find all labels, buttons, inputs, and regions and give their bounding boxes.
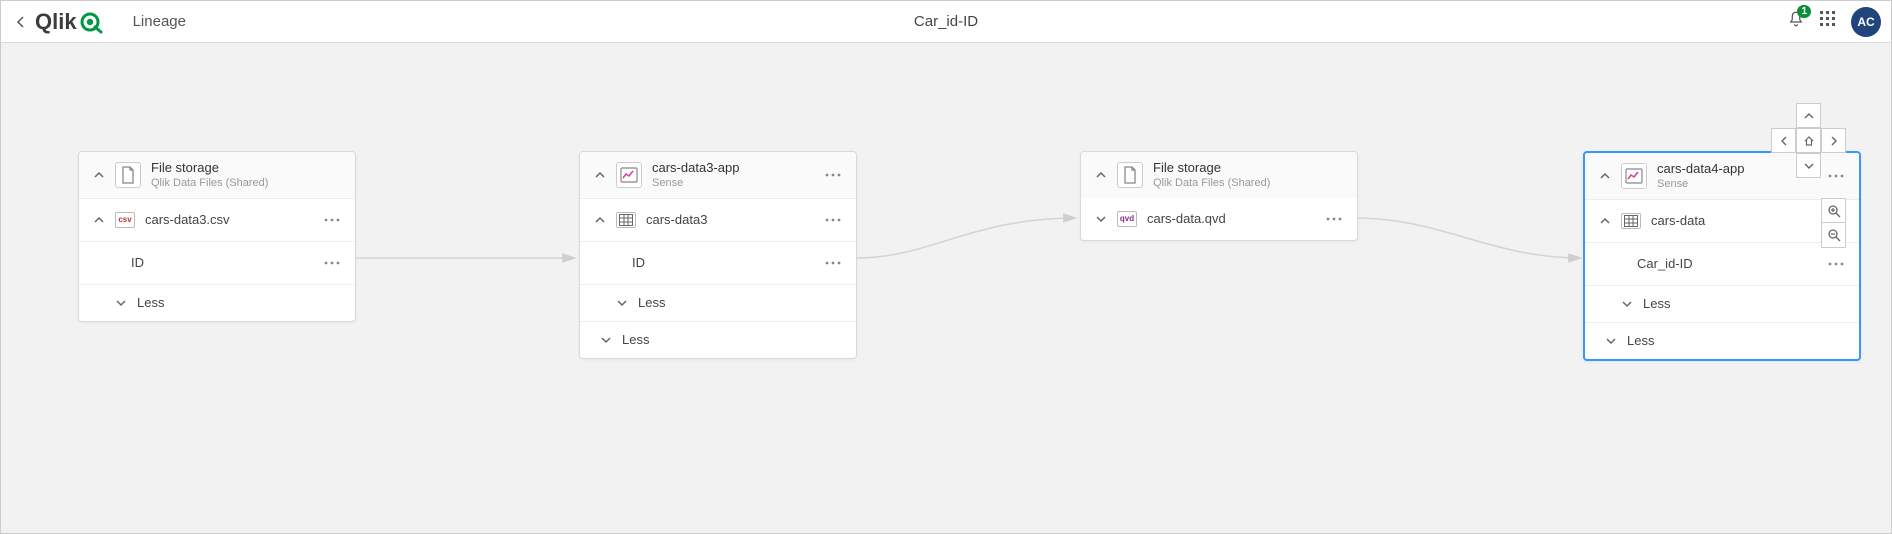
page-name: Lineage: [133, 13, 186, 30]
app-header: Qlik Lineage Car_id-ID 1: [1, 1, 1891, 43]
chevron-down-icon[interactable]: [1091, 209, 1111, 229]
pan-down-button[interactable]: [1796, 153, 1821, 178]
more-button[interactable]: [820, 250, 846, 276]
node-subtitle: Qlik Data Files (Shared): [151, 177, 345, 190]
node-header[interactable]: File storage Qlik Data Files (Shared): [1081, 152, 1357, 198]
child-name: cars-data.qvd: [1147, 211, 1321, 226]
chevron-up-icon[interactable]: [89, 165, 109, 185]
chevron-up-icon[interactable]: [1091, 165, 1111, 185]
table-icon: [616, 212, 636, 228]
less-label: Less: [1627, 333, 1849, 348]
more-button[interactable]: [820, 207, 846, 233]
less-label: Less: [638, 295, 846, 310]
chevron-down-icon: [612, 293, 632, 313]
field-row[interactable]: ID: [580, 242, 856, 285]
pan-control: [1771, 103, 1846, 178]
pan-home-button[interactable]: [1796, 128, 1821, 153]
field-name: ID: [131, 255, 319, 270]
field-row[interactable]: Car_id-ID: [1585, 243, 1859, 286]
collapse-less-outer-row[interactable]: Less: [1585, 323, 1859, 359]
zoom-control: [1821, 198, 1846, 248]
lineage-node-file-storage-2[interactable]: File storage Qlik Data Files (Shared) qv…: [1080, 151, 1358, 241]
zoom-in-button[interactable]: [1821, 198, 1846, 223]
table-icon: [1621, 213, 1641, 229]
node-child-row[interactable]: cars-data: [1585, 200, 1859, 243]
child-name: cars-data3: [646, 212, 820, 227]
child-name: cars-data3.csv: [145, 212, 319, 227]
pan-up-button[interactable]: [1796, 103, 1821, 128]
page-title: Car_id-ID: [914, 13, 978, 30]
node-header[interactable]: File storage Qlik Data Files (Shared): [79, 152, 355, 199]
pan-left-button[interactable]: [1771, 128, 1796, 153]
more-button[interactable]: [1823, 251, 1849, 277]
file-icon: [115, 162, 141, 188]
field-row[interactable]: ID: [79, 242, 355, 285]
node-header[interactable]: cars-data3-app Sense: [580, 152, 856, 199]
qvd-icon: qvd: [1117, 211, 1137, 227]
node-subtitle: Sense: [652, 177, 820, 190]
collapse-less-outer-row[interactable]: Less: [580, 322, 856, 358]
collapse-less-row[interactable]: Less: [79, 285, 355, 321]
avatar[interactable]: AC: [1851, 7, 1881, 37]
notifications-button[interactable]: 1: [1787, 10, 1805, 33]
app-icon: [616, 162, 642, 188]
child-name: cars-data: [1651, 213, 1823, 228]
app-icon: [1621, 163, 1647, 189]
less-label: Less: [622, 332, 846, 347]
notification-badge: 1: [1797, 5, 1811, 18]
less-label: Less: [1643, 296, 1849, 311]
chevron-up-icon[interactable]: [590, 210, 610, 230]
zoom-out-button[interactable]: [1821, 223, 1846, 248]
lineage-node-app-1[interactable]: cars-data3-app Sense cars-data3: [579, 151, 857, 359]
chevron-up-icon[interactable]: [89, 210, 109, 230]
node-title: File storage: [1153, 160, 1347, 176]
chevron-down-icon: [596, 330, 616, 350]
node-child-row[interactable]: qvd cars-data.qvd: [1081, 198, 1357, 240]
back-button[interactable]: [11, 12, 31, 32]
chevron-up-icon[interactable]: [590, 165, 610, 185]
chevron-up-icon[interactable]: [1595, 211, 1615, 231]
node-title: File storage: [151, 160, 345, 176]
node-subtitle: Qlik Data Files (Shared): [1153, 177, 1347, 190]
node-child-row[interactable]: csv cars-data3.csv: [79, 199, 355, 242]
field-name: ID: [632, 255, 820, 270]
qlik-logo: Qlik: [35, 9, 103, 35]
file-icon: [1117, 162, 1143, 188]
qlik-q-icon: [79, 10, 103, 34]
csv-icon: csv: [115, 212, 135, 228]
lineage-node-file-storage-1[interactable]: File storage Qlik Data Files (Shared) cs…: [78, 151, 356, 322]
more-button[interactable]: [820, 162, 846, 188]
pan-right-button[interactable]: [1821, 128, 1846, 153]
collapse-less-row[interactable]: Less: [580, 285, 856, 322]
chevron-down-icon: [1601, 331, 1621, 351]
chevron-up-icon[interactable]: [1595, 166, 1615, 186]
app-launcher-button[interactable]: [1819, 10, 1837, 33]
node-subtitle: Sense: [1657, 178, 1823, 191]
lineage-node-app-2[interactable]: cars-data4-app Sense cars-data: [1583, 151, 1861, 361]
grid-icon: [1819, 10, 1837, 28]
lineage-canvas[interactable]: File storage Qlik Data Files (Shared) cs…: [1, 43, 1891, 533]
chevron-down-icon: [1617, 294, 1637, 314]
more-button[interactable]: [1321, 206, 1347, 232]
field-name: Car_id-ID: [1637, 256, 1823, 271]
node-child-row[interactable]: cars-data3: [580, 199, 856, 242]
less-label: Less: [137, 295, 345, 310]
chevron-down-icon: [111, 293, 131, 313]
node-title: cars-data3-app: [652, 160, 820, 176]
more-button[interactable]: [319, 207, 345, 233]
brand-text: Qlik: [35, 9, 77, 35]
collapse-less-row[interactable]: Less: [1585, 286, 1859, 323]
more-button[interactable]: [319, 250, 345, 276]
